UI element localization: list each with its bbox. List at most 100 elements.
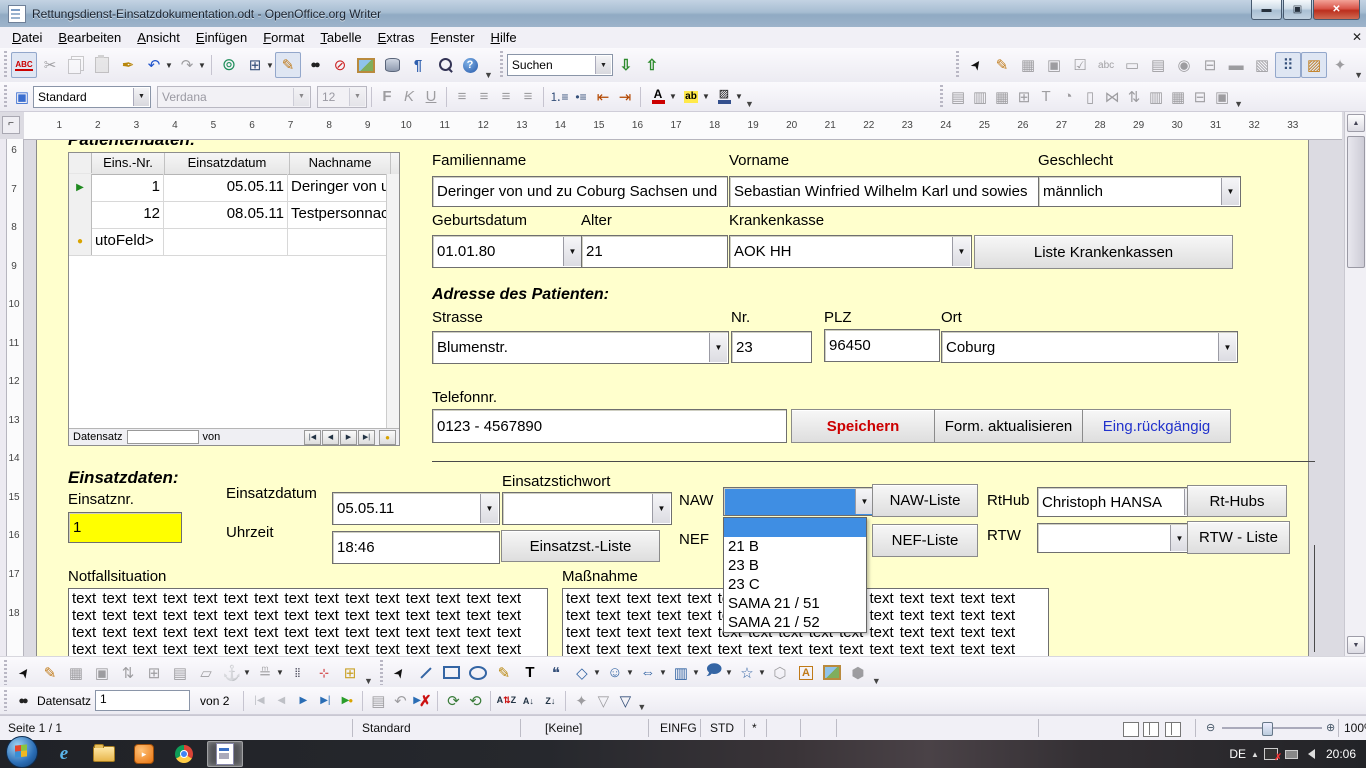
naw-dropdown-option[interactable]: SAMA 21 / 51: [724, 594, 866, 613]
search-combobox[interactable]: Suchen ▼: [507, 54, 613, 76]
spellcheck-icon[interactable]: ABC: [11, 52, 37, 78]
tray-expand-icon[interactable]: ▲: [1251, 750, 1259, 759]
einsatznr-field[interactable]: 1: [68, 512, 182, 543]
grid-cell[interactable]: 1: [92, 174, 164, 201]
dropdown-arrow-icon[interactable]: ▼: [952, 237, 970, 266]
hausnr-field[interactable]: 23: [731, 331, 812, 363]
record-number-field[interactable]: 1: [95, 690, 190, 711]
highlighting-icon[interactable]: ab: [678, 84, 704, 110]
design-mode-icon[interactable]: ✎: [989, 52, 1015, 78]
grid-row[interactable]: ▶ 1 05.05.11 Deringer von ur: [69, 174, 399, 202]
style-dropdown-icon[interactable]: ▼: [133, 88, 149, 106]
text-tool-icon[interactable]: T: [517, 660, 543, 686]
scrollbar-thumb[interactable]: [1347, 136, 1365, 268]
ellipse-tool-icon[interactable]: [465, 660, 491, 686]
decrease-indent-icon[interactable]: ⇤: [592, 85, 614, 109]
insert-mode-indicator[interactable]: EINFG: [660, 721, 697, 735]
form-aktualisieren-button[interactable]: Form. aktualisieren: [934, 409, 1083, 443]
menu-item[interactable]: Fenster: [422, 28, 482, 47]
gallery-icon[interactable]: [353, 52, 379, 78]
naw-dropdown-option[interactable]: 21 B: [724, 537, 866, 556]
dropdown-arrow-icon[interactable]: ▼: [855, 489, 873, 514]
dropdown-arrow-icon[interactable]: ▼: [480, 494, 498, 523]
familienname-field[interactable]: Deringer von und zu Coburg Sachsen und: [432, 176, 728, 207]
vertical-scrollbar[interactable]: ▲ ▼: [1344, 112, 1366, 656]
alter-field[interactable]: 21: [581, 235, 728, 268]
zoom-out-icon[interactable]: ⊖: [1206, 721, 1215, 734]
zoom-in-icon[interactable]: ⊕: [1326, 721, 1335, 734]
grid-cell[interactable]: utoFeld>: [92, 228, 164, 255]
menu-item[interactable]: Tabelle: [312, 28, 369, 47]
symbol-shapes-icon[interactable]: ☺: [602, 660, 628, 686]
dropdown-arrow-icon[interactable]: ▼: [1170, 525, 1188, 551]
grid-cell[interactable]: 05.05.11: [164, 174, 288, 201]
new-record-button[interactable]: ●: [379, 430, 396, 445]
toolbar-overflow-icon[interactable]: ▼: [745, 99, 754, 109]
grid-header[interactable]: Nachname: [290, 153, 391, 174]
edit-file-icon[interactable]: ✎: [275, 52, 301, 78]
naw-dropdown-option[interactable]: 23 C: [724, 575, 866, 594]
last-record-icon[interactable]: ▶|: [358, 430, 375, 445]
format-paintbrush-icon[interactable]: ✒: [115, 52, 141, 78]
grid-cell[interactable]: [288, 228, 388, 255]
grid-row-new[interactable]: ● utoFeld>: [69, 228, 399, 256]
toolbar-overflow-icon[interactable]: ▼: [872, 676, 881, 686]
stars-icon[interactable]: ☆: [734, 660, 760, 686]
taskbar-internet-explorer-icon[interactable]: e: [47, 742, 81, 766]
grid-scrollbar[interactable]: [386, 174, 399, 429]
refresh-icon[interactable]: ⟳: [442, 689, 464, 713]
previous-record-icon[interactable]: ◀: [322, 430, 339, 445]
toolbar-overflow-icon[interactable]: ▼: [1354, 70, 1363, 80]
rthub-combobox[interactable]: Christoph HANSA▼: [1037, 487, 1204, 517]
multi-page-view-icon[interactable]: [1143, 722, 1159, 737]
grid-row[interactable]: 12 08.05.11 Testpersonnach: [69, 201, 399, 229]
clock[interactable]: 20:06: [1326, 747, 1356, 761]
scroll-up-icon[interactable]: ▲: [1347, 114, 1365, 132]
maximize-button[interactable]: ▣: [1283, 0, 1312, 20]
einsatzstichwort-combobox[interactable]: ▼: [502, 492, 672, 525]
toolbar-overflow-icon[interactable]: ▼: [484, 70, 493, 80]
plz-field[interactable]: 96450: [824, 329, 940, 362]
toolbar-grip[interactable]: [954, 51, 961, 78]
select-pointer-icon[interactable]: ➤: [11, 660, 37, 686]
data-sources-icon[interactable]: [379, 52, 405, 78]
einsatzst-liste-button[interactable]: Einsatzst.-Liste: [501, 530, 660, 562]
sort-icon[interactable]: A⇅Z: [495, 689, 517, 713]
naw-dropdown-option[interactable]: 23 B: [724, 556, 866, 575]
dropdown-arrow-icon[interactable]: ▼: [652, 494, 670, 523]
find-next-icon[interactable]: ⇩: [613, 52, 639, 78]
toolbar-grip[interactable]: [2, 660, 9, 685]
refresh-control-icon[interactable]: ⟲: [464, 689, 486, 713]
basic-shapes-icon[interactable]: ◇: [569, 660, 595, 686]
last-record-icon[interactable]: ▶|: [314, 689, 336, 713]
menu-item[interactable]: Format: [255, 28, 312, 47]
find-previous-icon[interactable]: ⇧: [639, 52, 665, 78]
select-pointer-icon[interactable]: ➤: [963, 52, 989, 78]
callouts-icon[interactable]: 🗩: [701, 660, 727, 686]
fontwork-icon[interactable]: A: [793, 660, 819, 686]
naw-liste-button[interactable]: NAW-Liste: [872, 484, 978, 517]
language-indicator[interactable]: DE: [1229, 747, 1246, 761]
krankenkasse-combobox[interactable]: AOK HH▼: [729, 235, 972, 268]
taskbar-explorer-icon[interactable]: [87, 742, 121, 766]
ort-combobox[interactable]: Coburg▼: [941, 331, 1238, 363]
start-button[interactable]: [6, 736, 38, 768]
geburtsdatum-combobox[interactable]: 01.01.80▼: [432, 235, 583, 268]
increase-indent-icon[interactable]: ⇥: [614, 85, 636, 109]
line-tool-icon[interactable]: [413, 660, 439, 686]
font-color-icon[interactable]: A: [645, 84, 671, 110]
sort-ascending-icon[interactable]: A↓: [517, 689, 539, 713]
record-number-input[interactable]: [127, 430, 199, 444]
std-mode-indicator[interactable]: STD: [710, 721, 734, 735]
grid-cell[interactable]: Deringer von ur: [288, 174, 388, 201]
toolbar-grip[interactable]: [2, 51, 9, 78]
grid-cell[interactable]: Testpersonnach: [288, 201, 388, 228]
grid-cell[interactable]: 08.05.11: [164, 201, 288, 228]
toolbar-grip[interactable]: [378, 660, 385, 685]
new-record-icon[interactable]: ▶●: [336, 689, 358, 713]
undo-icon[interactable]: ↶: [141, 52, 167, 78]
rectangle-tool-icon[interactable]: [439, 660, 465, 686]
toolbar-overflow-icon[interactable]: ▼: [637, 702, 646, 712]
strasse-combobox[interactable]: Blumenstr.▼: [432, 331, 729, 364]
find-replace-icon[interactable]: ●●: [301, 52, 327, 78]
